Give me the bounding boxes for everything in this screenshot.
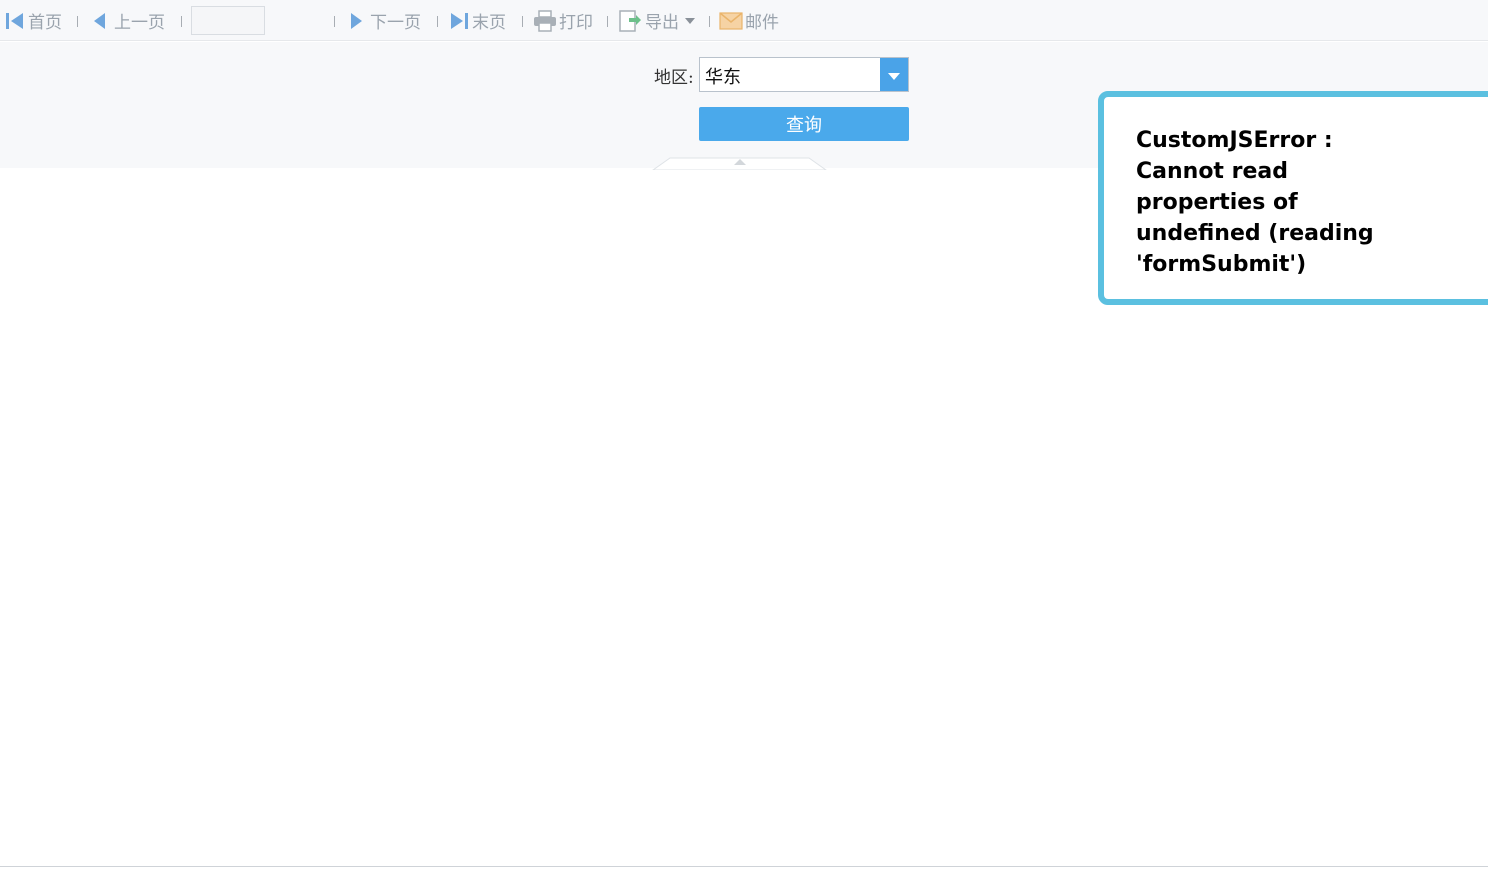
last-page-label: 末页 — [472, 13, 506, 33]
next-page-label: 下一页 — [370, 13, 421, 33]
region-label: 地区: — [654, 68, 694, 88]
first-page-label: 首页 — [28, 13, 62, 33]
next-page-icon — [348, 12, 364, 30]
bottom-border — [0, 866, 1488, 867]
chevron-down-icon — [888, 65, 900, 84]
print-label: 打印 — [559, 13, 593, 33]
last-page-button[interactable]: 末页 — [449, 0, 506, 41]
prev-page-icon — [92, 12, 108, 30]
mail-button[interactable]: 邮件 — [719, 0, 779, 41]
prev-page-label: 上一页 — [114, 13, 165, 33]
toolbar-divider — [181, 16, 182, 27]
print-button[interactable]: 打印 — [533, 0, 593, 41]
first-page-icon — [5, 12, 25, 30]
chevron-down-icon — [685, 17, 695, 24]
toolbar-divider — [607, 16, 608, 27]
prev-page-button[interactable]: 上一页 — [92, 0, 165, 41]
report-toolbar: 首页 上一页 下一页 末页 打印 导出 邮件 — [0, 0, 1488, 41]
toolbar-divider — [334, 16, 335, 27]
toolbar-divider — [522, 16, 523, 27]
next-page-button[interactable]: 下一页 — [348, 0, 421, 41]
toolbar-divider — [437, 16, 438, 27]
error-dialog: CustomJSError : Cannot read properties o… — [1098, 91, 1488, 305]
printer-icon — [533, 9, 557, 32]
mail-label: 邮件 — [745, 13, 779, 33]
export-icon — [618, 9, 642, 33]
region-value: 华东 — [705, 67, 741, 88]
query-button[interactable]: 查询 — [699, 107, 909, 141]
dropdown-button[interactable] — [880, 58, 908, 91]
first-page-button[interactable]: 首页 — [5, 0, 62, 41]
error-message: CustomJSError : Cannot read properties o… — [1136, 128, 1374, 277]
last-page-icon — [449, 12, 469, 30]
export-label: 导出 — [645, 13, 679, 33]
collapse-handle[interactable] — [651, 155, 828, 171]
export-button[interactable]: 导出 — [618, 0, 695, 41]
mail-icon — [719, 11, 743, 31]
region-combo[interactable]: 华东 — [699, 57, 909, 92]
toolbar-divider — [709, 16, 710, 27]
page-number-input[interactable] — [191, 6, 265, 35]
toolbar-divider — [77, 16, 78, 27]
